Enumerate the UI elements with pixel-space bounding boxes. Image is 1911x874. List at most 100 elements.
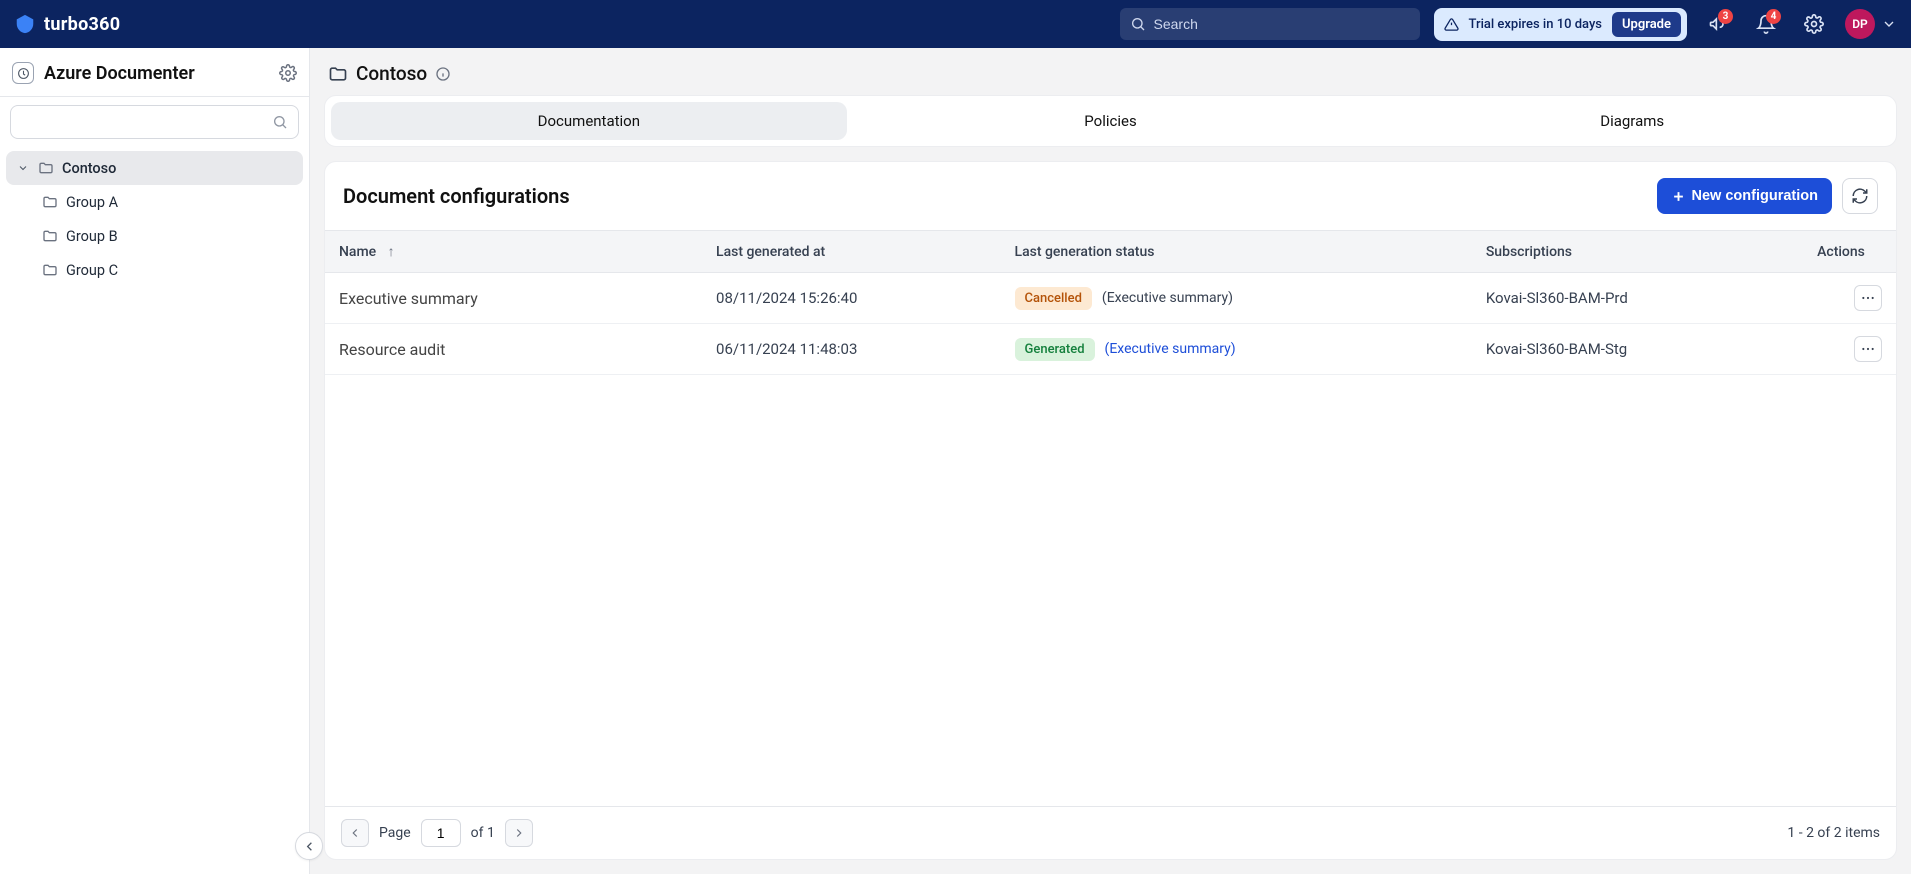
warning-icon — [1444, 17, 1459, 32]
module-title: Azure Documenter — [44, 63, 269, 84]
col-name[interactable]: Name ↑ — [325, 231, 702, 273]
folder-icon — [328, 64, 348, 84]
folder-icon — [42, 194, 58, 210]
tree-node-label: Group A — [66, 194, 118, 211]
more-icon — [1860, 290, 1876, 306]
table-row: Resource audit06/11/2024 11:48:03Generat… — [325, 324, 1896, 375]
cell-actions — [1786, 324, 1896, 375]
new-configuration-label: New configuration — [1692, 188, 1818, 204]
module-header: Azure Documenter — [0, 48, 309, 97]
cell-last-generated: 06/11/2024 11:48:03 — [702, 324, 1000, 375]
tree-node-group-a[interactable]: Group A — [6, 185, 303, 219]
gear-icon — [1804, 14, 1824, 34]
tab-diagrams[interactable]: Diagrams — [1374, 102, 1890, 140]
col-last-generated[interactable]: Last generated at — [702, 231, 1000, 273]
table-row: Executive summary08/11/2024 15:26:40Canc… — [325, 273, 1896, 324]
topbar: turbo360 Trial expires in 10 days Upgrad… — [0, 0, 1911, 48]
trial-text: Trial expires in 10 days — [1469, 17, 1603, 32]
tree-node-group-c[interactable]: Group C — [6, 253, 303, 287]
pager-page-input[interactable] — [421, 819, 461, 847]
brand[interactable]: turbo360 — [14, 13, 120, 35]
global-search-input[interactable] — [1120, 8, 1420, 40]
avatar: DP — [1845, 9, 1875, 39]
folder-icon — [38, 160, 54, 176]
info-icon — [435, 66, 451, 82]
cell-status: Generated (Executive summary) — [1001, 324, 1472, 375]
plus-icon — [1671, 189, 1686, 204]
status-badge: Cancelled — [1015, 287, 1092, 310]
chevron-left-icon — [302, 839, 317, 854]
pager-page-label: Page — [379, 825, 411, 841]
module-settings-button[interactable] — [279, 64, 297, 82]
tab-policies[interactable]: Policies — [853, 102, 1369, 140]
tree-node-label: Group C — [66, 262, 118, 279]
more-icon — [1860, 341, 1876, 357]
breadcrumb-folder: Contoso — [356, 62, 427, 85]
logo-icon — [14, 13, 36, 35]
cell-subscription: Kovai-Sl360-BAM-Prd — [1472, 273, 1786, 324]
cell-name[interactable]: Resource audit — [325, 324, 702, 375]
announcements-badge: 3 — [1718, 9, 1733, 24]
cell-last-generated: 08/11/2024 15:26:40 — [702, 273, 1000, 324]
info-button[interactable] — [435, 66, 451, 82]
status-note: (Executive summary) — [1102, 290, 1233, 306]
sort-asc-icon: ↑ — [388, 244, 395, 260]
search-icon — [272, 114, 288, 130]
pager-next-button[interactable] — [505, 819, 533, 847]
user-menu[interactable]: DP — [1845, 9, 1897, 39]
pager-range-text: 1 - 2 of 2 items — [1787, 825, 1880, 841]
panel-footer: Page of 1 1 - 2 of 2 items — [325, 806, 1896, 859]
chevron-right-icon — [512, 826, 526, 840]
chevron-down-icon — [16, 162, 30, 174]
col-status[interactable]: Last generation status — [1001, 231, 1472, 273]
configurations-table: Name ↑ Last generated at Last generation… — [325, 230, 1896, 375]
tree-node-label: Contoso — [62, 160, 116, 177]
sidebar-search — [0, 97, 309, 147]
chevron-left-icon — [348, 826, 362, 840]
sidebar: Azure Documenter Contoso — [0, 48, 310, 874]
trial-chip: Trial expires in 10 days Upgrade — [1434, 8, 1688, 41]
pager-prev-button[interactable] — [341, 819, 369, 847]
row-actions-button[interactable] — [1854, 285, 1882, 311]
cell-name[interactable]: Executive summary — [325, 273, 702, 324]
breadcrumb: Contoso — [310, 48, 1911, 95]
sidebar-collapse-button[interactable] — [295, 832, 323, 860]
new-configuration-button[interactable]: New configuration — [1657, 178, 1832, 214]
settings-button[interactable] — [1797, 7, 1831, 41]
refresh-icon — [1851, 187, 1869, 205]
tree-node-contoso[interactable]: Contoso — [6, 151, 303, 185]
global-search[interactable] — [1120, 8, 1420, 40]
pager-of-label: of 1 — [471, 825, 495, 841]
cell-subscription: Kovai-Sl360-BAM-Stg — [1472, 324, 1786, 375]
tree-node-label: Group B — [66, 228, 118, 245]
row-actions-button[interactable] — [1854, 336, 1882, 362]
cell-status: Cancelled (Executive summary) — [1001, 273, 1472, 324]
refresh-button[interactable] — [1842, 178, 1878, 214]
main-area: Contoso Documentation Policies Diagrams … — [310, 48, 1911, 874]
folder-tree: Contoso Group A Group B Group C — [0, 147, 309, 874]
cell-actions — [1786, 273, 1896, 324]
sidebar-search-input[interactable] — [11, 106, 298, 138]
search-icon — [1130, 16, 1146, 32]
chevron-down-icon — [1881, 16, 1897, 32]
configurations-panel: Document configurations New configuratio… — [324, 161, 1897, 860]
tab-documentation[interactable]: Documentation — [331, 102, 847, 140]
brand-text: turbo360 — [44, 14, 120, 35]
pager: Page of 1 — [341, 819, 533, 847]
notifications-badge: 4 — [1766, 9, 1781, 24]
col-actions: Actions — [1786, 231, 1896, 273]
folder-icon — [42, 228, 58, 244]
col-subscriptions[interactable]: Subscriptions — [1472, 231, 1786, 273]
module-icon — [12, 62, 34, 84]
gear-icon — [279, 64, 297, 82]
tabs: Documentation Policies Diagrams — [324, 95, 1897, 147]
upgrade-button[interactable]: Upgrade — [1612, 12, 1681, 37]
announcements-button[interactable]: 3 — [1701, 7, 1735, 41]
panel-title: Document configurations — [343, 184, 570, 208]
panel-header: Document configurations New configuratio… — [325, 162, 1896, 230]
status-note[interactable]: (Executive summary) — [1105, 341, 1236, 357]
tree-node-group-b[interactable]: Group B — [6, 219, 303, 253]
notifications-button[interactable]: 4 — [1749, 7, 1783, 41]
folder-icon — [42, 262, 58, 278]
status-badge: Generated — [1015, 338, 1095, 361]
